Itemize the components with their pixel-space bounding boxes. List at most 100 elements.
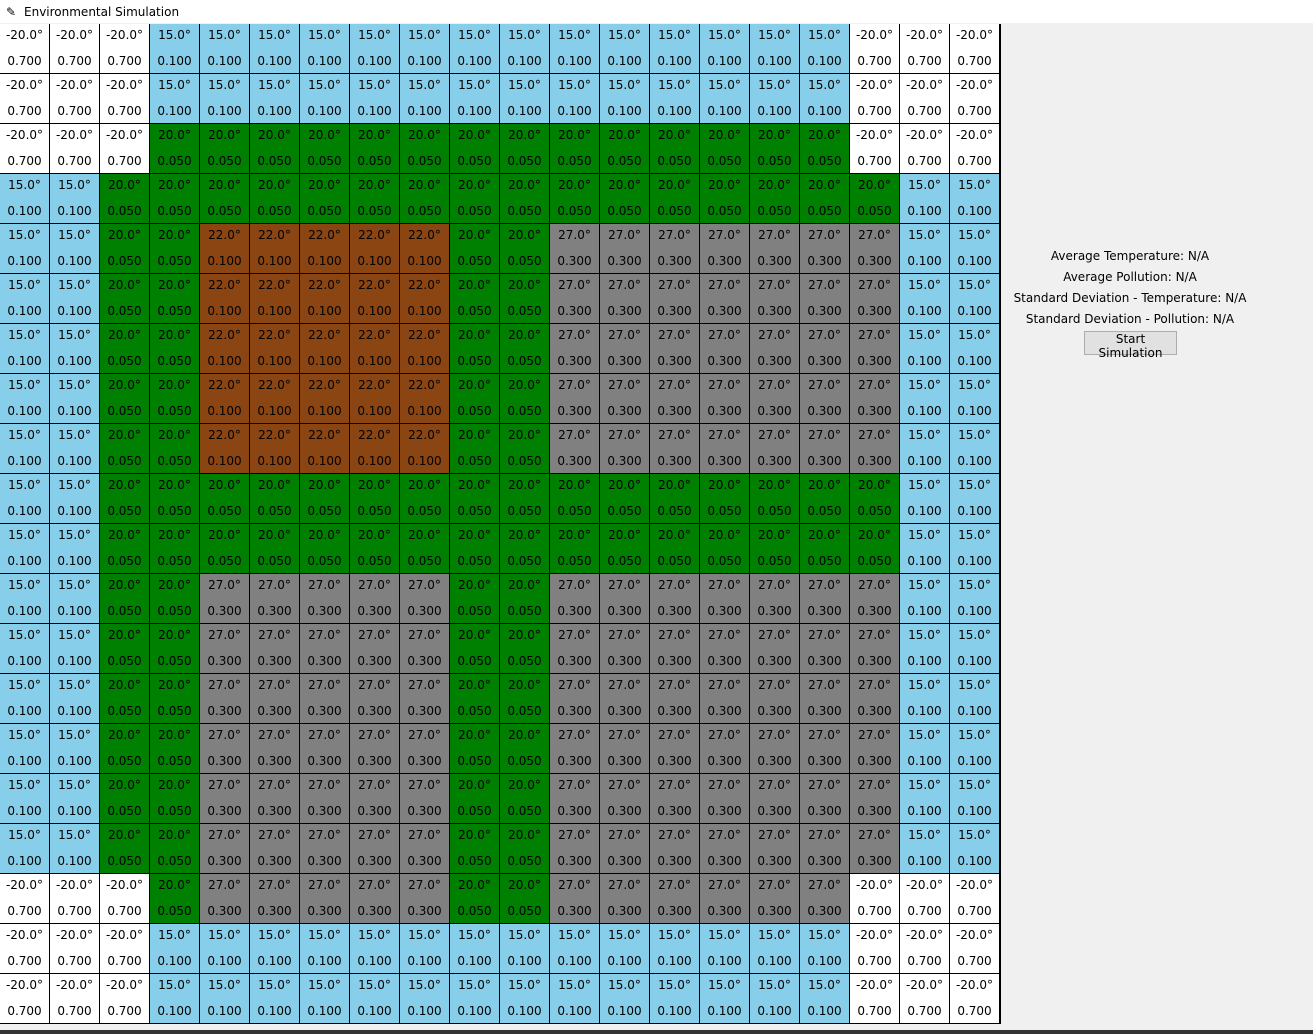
cell-temperature: 15.0° <box>8 578 41 592</box>
cell-pollution: 0.050 <box>107 404 142 418</box>
cell-pollution: 0.100 <box>207 354 242 368</box>
cell-temperature: 15.0° <box>958 228 991 242</box>
cell-pollution: 0.100 <box>357 454 392 468</box>
cell-temperature: 27.0° <box>558 278 591 292</box>
grid-cell: -20.0° 0.700 <box>900 124 950 174</box>
cell-pollution: 0.300 <box>557 254 592 268</box>
grid-cell: -20.0° 0.700 <box>850 924 900 974</box>
cell-temperature: 20.0° <box>558 478 591 492</box>
grid-cell: 20.0° 0.050 <box>500 574 550 624</box>
grid-cell: 20.0° 0.050 <box>150 674 200 724</box>
cell-temperature: 27.0° <box>408 778 441 792</box>
grid-cell: 15.0° 0.100 <box>0 174 50 224</box>
cell-temperature: -20.0° <box>855 978 894 992</box>
cell-temperature: 20.0° <box>808 528 841 542</box>
grid-cell: 15.0° 0.100 <box>0 224 50 274</box>
grid-cell: 15.0° 0.100 <box>450 924 500 974</box>
cell-pollution: 0.100 <box>207 1004 242 1018</box>
cell-pollution: 0.100 <box>207 254 242 268</box>
cell-temperature: 20.0° <box>358 478 391 492</box>
grid-cell: -20.0° 0.700 <box>950 74 1000 124</box>
grid-cell: 27.0° 0.300 <box>600 374 650 424</box>
cell-pollution: 0.300 <box>807 754 842 768</box>
grid-cell: -20.0° 0.700 <box>100 874 150 924</box>
cell-temperature: 15.0° <box>258 78 291 92</box>
cell-temperature: 15.0° <box>958 778 991 792</box>
cell-temperature: -20.0° <box>55 928 94 942</box>
cell-temperature: 27.0° <box>858 378 891 392</box>
cell-temperature: -20.0° <box>55 128 94 142</box>
cell-pollution: 0.050 <box>107 554 142 568</box>
cell-pollution: 0.300 <box>857 854 892 868</box>
feather-icon: ✎ <box>6 4 17 19</box>
grid-cell: 20.0° 0.050 <box>500 524 550 574</box>
cell-temperature: 20.0° <box>858 478 891 492</box>
cell-temperature: 15.0° <box>408 978 441 992</box>
grid-cell: 27.0° 0.300 <box>400 574 450 624</box>
grid-cell: 20.0° 0.050 <box>450 274 500 324</box>
grid-cell: 15.0° 0.100 <box>200 974 250 1024</box>
grid-cell: 27.0° 0.300 <box>600 324 650 374</box>
cell-temperature: 22.0° <box>258 378 291 392</box>
grid-cell: 27.0° 0.300 <box>300 674 350 724</box>
cell-pollution: 0.050 <box>757 554 792 568</box>
cell-pollution: 0.300 <box>707 354 742 368</box>
grid-cell: 20.0° 0.050 <box>500 224 550 274</box>
grid-cell: 20.0° 0.050 <box>800 474 850 524</box>
cell-pollution: 0.050 <box>807 554 842 568</box>
cell-pollution: 0.100 <box>257 404 292 418</box>
grid-cell: 22.0° 0.100 <box>200 224 250 274</box>
cell-pollution: 0.100 <box>7 204 42 218</box>
grid-cell: 20.0° 0.050 <box>450 774 500 824</box>
cell-pollution: 0.100 <box>357 254 392 268</box>
cell-pollution: 0.300 <box>557 704 592 718</box>
cell-pollution: 0.050 <box>157 854 192 868</box>
grid-cell: 27.0° 0.300 <box>850 424 900 474</box>
grid-cell: 27.0° 0.300 <box>650 424 700 474</box>
cell-temperature: 20.0° <box>508 678 541 692</box>
cell-temperature: 15.0° <box>308 928 341 942</box>
grid-cell: 27.0° 0.300 <box>350 674 400 724</box>
grid-cell: 27.0° 0.300 <box>850 724 900 774</box>
cell-pollution: 0.100 <box>207 104 242 118</box>
grid-cell: 15.0° 0.100 <box>50 374 100 424</box>
cell-temperature: 27.0° <box>208 828 241 842</box>
cell-pollution: 0.700 <box>907 154 942 168</box>
cell-temperature: 27.0° <box>758 628 791 642</box>
cell-pollution: 0.050 <box>457 604 492 618</box>
grid-cell: 20.0° 0.050 <box>150 424 200 474</box>
cell-temperature: -20.0° <box>855 878 894 892</box>
cell-pollution: 0.300 <box>407 854 442 868</box>
grid-cell: 15.0° 0.100 <box>900 524 950 574</box>
grid-cell: 15.0° 0.100 <box>0 624 50 674</box>
grid-cell: 15.0° 0.100 <box>950 674 1000 724</box>
cell-temperature: -20.0° <box>855 28 894 42</box>
grid-cell: 15.0° 0.100 <box>400 24 450 74</box>
cell-temperature: 27.0° <box>558 428 591 442</box>
cell-pollution: 0.050 <box>357 204 392 218</box>
cell-temperature: 27.0° <box>558 628 591 642</box>
cell-pollution: 0.300 <box>657 904 692 918</box>
cell-temperature: 27.0° <box>208 678 241 692</box>
title-bar[interactable]: ✎ Environmental Simulation <box>0 0 1313 23</box>
cell-temperature: 20.0° <box>158 678 191 692</box>
grid-cell: 27.0° 0.300 <box>600 824 650 874</box>
cell-pollution: 0.100 <box>907 354 942 368</box>
cell-temperature: 15.0° <box>958 378 991 392</box>
grid-cell: 20.0° 0.050 <box>350 474 400 524</box>
grid-cell: 27.0° 0.300 <box>300 774 350 824</box>
cell-temperature: 15.0° <box>58 778 91 792</box>
grid-cell: -20.0° 0.700 <box>0 74 50 124</box>
cell-temperature: -20.0° <box>5 78 44 92</box>
cell-pollution: 0.100 <box>957 754 992 768</box>
cell-pollution: 0.100 <box>707 54 742 68</box>
cell-pollution: 0.100 <box>957 254 992 268</box>
grid-cell: 27.0° 0.300 <box>750 224 800 274</box>
cell-temperature: -20.0° <box>105 128 144 142</box>
grid-cell: 15.0° 0.100 <box>0 774 50 824</box>
grid-cell: 15.0° 0.100 <box>600 24 650 74</box>
cell-temperature: 20.0° <box>408 178 441 192</box>
cell-temperature: 15.0° <box>608 28 641 42</box>
start-simulation-button[interactable]: Start Simulation <box>1084 331 1177 360</box>
grid-cell: 15.0° 0.100 <box>400 74 450 124</box>
